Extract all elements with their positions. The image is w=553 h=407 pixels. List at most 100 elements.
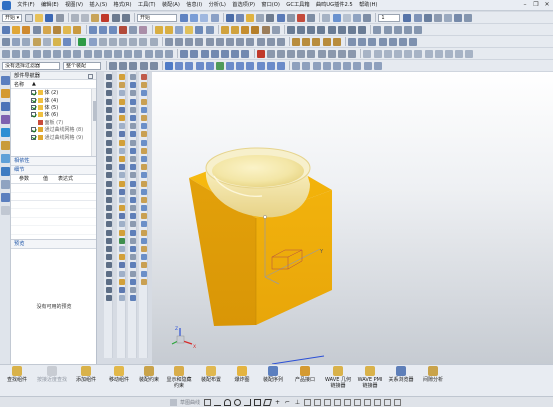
vtool-t-icon[interactable]	[118, 188, 125, 195]
vtool-project-icon[interactable]	[105, 172, 112, 179]
wire-icon[interactable]	[256, 13, 265, 22]
vtool-u-icon[interactable]	[118, 196, 125, 203]
curve-mesh-icon[interactable]	[230, 25, 239, 34]
filter-a-icon[interactable]	[129, 61, 138, 70]
menu-preferences[interactable]: 首选项(P)	[229, 0, 258, 11]
vtool-r-icon[interactable]	[118, 172, 125, 179]
filter-b-icon[interactable]	[139, 61, 148, 70]
cmd-ak-icon[interactable]	[52, 49, 61, 58]
snap-k-icon[interactable]	[266, 61, 275, 70]
cmd-u-icon[interactable]	[302, 37, 311, 46]
snap-f-icon[interactable]	[215, 61, 224, 70]
analysis-icon[interactable]	[78, 37, 87, 46]
command-finder-input[interactable]: 开始	[136, 13, 177, 22]
vtool-ch-icon[interactable]	[140, 270, 147, 277]
menu-gc-toolbox[interactable]: GC工具箱	[283, 0, 313, 11]
vtool-rect-icon[interactable]	[105, 90, 112, 97]
vtool-bw-icon[interactable]	[140, 180, 147, 187]
offset-curve-icon[interactable]	[393, 25, 402, 34]
vtool-g-icon[interactable]	[118, 82, 125, 89]
vtool-fillet-icon[interactable]	[105, 123, 112, 130]
offset-tool-icon[interactable]	[324, 398, 332, 406]
preview-section[interactable]: 预览	[11, 240, 96, 249]
point-tool-icon[interactable]: +	[274, 399, 281, 406]
vtool-polygon-icon[interactable]	[105, 196, 112, 203]
toggle-1-icon[interactable]	[179, 13, 188, 22]
profile-icon[interactable]	[204, 398, 212, 406]
vtool-ba-icon[interactable]	[129, 229, 136, 236]
cmd-bm-icon[interactable]	[348, 49, 357, 58]
cmd-f-icon[interactable]	[454, 13, 463, 22]
menu-edit[interactable]: 编辑(E)	[38, 0, 62, 11]
snap-b-icon[interactable]	[175, 61, 184, 70]
vtool-circle-icon[interactable]	[105, 98, 112, 105]
intersect-icon[interactable]	[108, 25, 117, 34]
dependencies-section[interactable]: 相依性	[11, 157, 96, 166]
rectangle-tool-icon[interactable]	[254, 398, 262, 406]
add-component-button[interactable]: 添加组件	[73, 366, 99, 384]
cmd-am-icon[interactable]	[73, 49, 82, 58]
intersect-curve-icon[interactable]	[383, 25, 392, 34]
vtool-at-icon[interactable]	[129, 172, 136, 179]
vtool-scale-icon[interactable]	[105, 254, 112, 261]
cmd-o-icon[interactable]	[236, 37, 245, 46]
spline-icon[interactable]	[317, 25, 326, 34]
rectangle-icon[interactable]	[337, 25, 346, 34]
vtool-bl-icon[interactable]	[140, 90, 147, 97]
cmd-ax-icon[interactable]	[190, 49, 199, 58]
subtract-icon[interactable]	[98, 25, 107, 34]
vtool-be-icon[interactable]	[129, 262, 136, 269]
cmd-z-icon[interactable]	[358, 37, 367, 46]
cmd-ap-icon[interactable]	[103, 49, 112, 58]
draft-icon[interactable]	[175, 25, 183, 34]
vtool-pattern-icon[interactable]	[105, 164, 112, 171]
make-corner-icon[interactable]	[394, 398, 402, 406]
find-component-button[interactable]: 查找组件	[4, 366, 30, 384]
cmd-bu-icon[interactable]	[434, 49, 443, 58]
trim-body-icon[interactable]	[119, 25, 128, 34]
menu-file[interactable]: 文件(F)	[14, 0, 38, 11]
cmd-m-icon[interactable]	[215, 37, 224, 46]
value-col-header[interactable]: 值	[29, 175, 48, 183]
vtool-offset-icon[interactable]	[105, 147, 112, 154]
snap-value-select[interactable]: 1	[378, 13, 401, 22]
vtool-bd-icon[interactable]	[129, 254, 136, 261]
pan-icon[interactable]	[307, 13, 316, 22]
menu-view[interactable]: 视图(V)	[62, 0, 86, 11]
cmd-av-icon[interactable]	[165, 49, 173, 58]
vtool-bg-icon[interactable]	[129, 278, 136, 285]
tree-node[interactable]: 通过曲线网格 (9)	[11, 133, 96, 141]
vtool-bj-icon[interactable]	[140, 74, 147, 81]
tree-node[interactable]: 面板 (7)	[11, 119, 96, 126]
cmd-i-icon[interactable]	[175, 37, 183, 46]
cmd-al-icon[interactable]	[63, 49, 72, 58]
tree-scrollbar[interactable]	[91, 89, 96, 156]
minimize-icon[interactable]: –	[521, 1, 529, 9]
vtool-bo-icon[interactable]	[140, 115, 147, 122]
vtool-n-icon[interactable]	[118, 139, 125, 146]
perspective-icon[interactable]	[352, 13, 361, 22]
vtool-corner-icon[interactable]	[105, 229, 112, 236]
vtool-ellipse-icon[interactable]	[105, 205, 112, 212]
vtool-ah-icon[interactable]	[129, 74, 136, 81]
cmd-ba-icon[interactable]	[220, 49, 229, 58]
toggle-4-icon[interactable]	[210, 13, 219, 22]
cmd-d-icon[interactable]	[433, 13, 442, 22]
bounded-plane-icon[interactable]	[251, 25, 260, 34]
sketch-icon[interactable]	[2, 25, 10, 34]
vtool-bz-icon[interactable]	[140, 205, 147, 212]
cmd-at-icon[interactable]	[144, 49, 153, 58]
snap-d-icon[interactable]	[195, 61, 204, 70]
vtool-bh-icon[interactable]	[129, 286, 136, 293]
revolve-icon[interactable]	[22, 25, 31, 34]
cmd-p-icon[interactable]	[246, 37, 255, 46]
swept-icon[interactable]	[241, 25, 250, 34]
cmd-j-icon[interactable]	[185, 37, 194, 46]
rotate-icon[interactable]	[286, 13, 295, 22]
tree-node[interactable]: 体 (6)	[11, 111, 96, 118]
ellipse-icon[interactable]	[358, 25, 367, 34]
cmd-bp-icon[interactable]	[383, 49, 392, 58]
menu-assembly[interactable]: 装配(A)	[159, 0, 183, 11]
constraint-navigator-tab-icon[interactable]	[1, 89, 10, 98]
cmd-ah-icon[interactable]	[22, 49, 31, 58]
